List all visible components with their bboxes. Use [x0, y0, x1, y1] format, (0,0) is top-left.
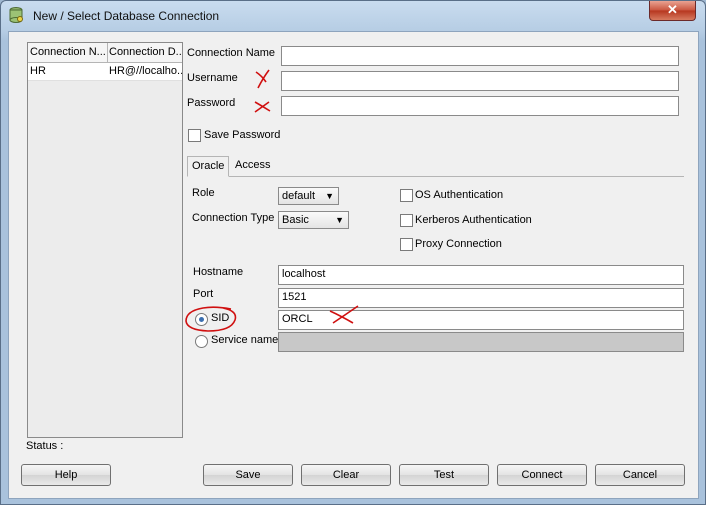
- proxy-connection-label[interactable]: Proxy Connection: [415, 238, 502, 250]
- username-label: Username: [187, 72, 238, 84]
- connection-details-cell: HR@//localho...: [109, 65, 182, 77]
- window-title: New / Select Database Connection: [33, 9, 220, 23]
- role-select[interactable]: default ▼: [278, 187, 339, 205]
- hostname-input[interactable]: localhost: [278, 265, 684, 285]
- os-authentication-checkbox[interactable]: [400, 189, 413, 202]
- connection-type-value: Basic: [282, 214, 309, 226]
- connection-list[interactable]: Connection N... Connection D... HR HR@//…: [27, 42, 183, 438]
- password-input[interactable]: [281, 96, 679, 116]
- column-header-connection-name[interactable]: Connection N...: [28, 43, 108, 62]
- test-button[interactable]: Test: [399, 464, 489, 486]
- help-button[interactable]: Help: [21, 464, 111, 486]
- tab-oracle[interactable]: Oracle: [187, 156, 230, 177]
- connection-type-tabs: Oracle Access: [187, 156, 684, 177]
- password-cross-mark: [254, 101, 271, 113]
- dialog-window: New / Select Database Connection ✕ Conne…: [0, 0, 706, 505]
- save-password-checkbox[interactable]: [188, 129, 201, 142]
- role-label: Role: [192, 187, 215, 199]
- dialog-body: Connection N... Connection D... HR HR@//…: [8, 31, 699, 499]
- connection-name-cell: HR: [30, 65, 46, 77]
- cancel-button[interactable]: Cancel: [595, 464, 685, 486]
- save-button[interactable]: Save: [203, 464, 293, 486]
- role-value: default: [282, 190, 316, 202]
- close-button[interactable]: ✕: [649, 1, 696, 21]
- clear-button[interactable]: Clear: [301, 464, 391, 486]
- save-password-label[interactable]: Save Password: [204, 129, 280, 141]
- connection-list-header: Connection N... Connection D...: [28, 43, 182, 63]
- proxy-connection-checkbox[interactable]: [400, 238, 413, 251]
- service-name-input: [278, 332, 684, 352]
- os-authentication-label[interactable]: OS Authentication: [415, 189, 503, 201]
- hostname-label: Hostname: [193, 266, 244, 278]
- service-name-radio[interactable]: [195, 335, 208, 348]
- close-icon: ✕: [667, 2, 678, 17]
- connection-type-select[interactable]: Basic ▼: [278, 211, 349, 229]
- password-label: Password: [187, 97, 236, 109]
- connection-type-label: Connection Type: [192, 212, 275, 224]
- connection-row[interactable]: HR HR@//localho...: [28, 63, 182, 81]
- connection-name-input[interactable]: [281, 46, 679, 66]
- connect-button[interactable]: Connect: [497, 464, 587, 486]
- sid-circle-mark: [185, 306, 237, 332]
- port-label: Port: [193, 288, 214, 300]
- status-label: Status :: [26, 440, 64, 452]
- kerberos-authentication-label[interactable]: Kerberos Authentication: [415, 214, 532, 226]
- chevron-down-icon: ▼: [335, 215, 344, 225]
- title-bar[interactable]: New / Select Database Connection ✕: [1, 1, 705, 31]
- username-cross-mark: [255, 69, 270, 89]
- service-name-label[interactable]: Service name: [211, 334, 278, 346]
- database-icon: [9, 7, 23, 23]
- chevron-down-icon: ▼: [325, 191, 334, 201]
- kerberos-authentication-checkbox[interactable]: [400, 214, 413, 227]
- sid-cross-mark: [329, 305, 359, 324]
- tab-access[interactable]: Access: [231, 156, 274, 175]
- column-header-connection-details[interactable]: Connection D...: [107, 43, 182, 62]
- username-input[interactable]: [281, 71, 679, 91]
- connection-name-label: Connection Name: [187, 47, 276, 59]
